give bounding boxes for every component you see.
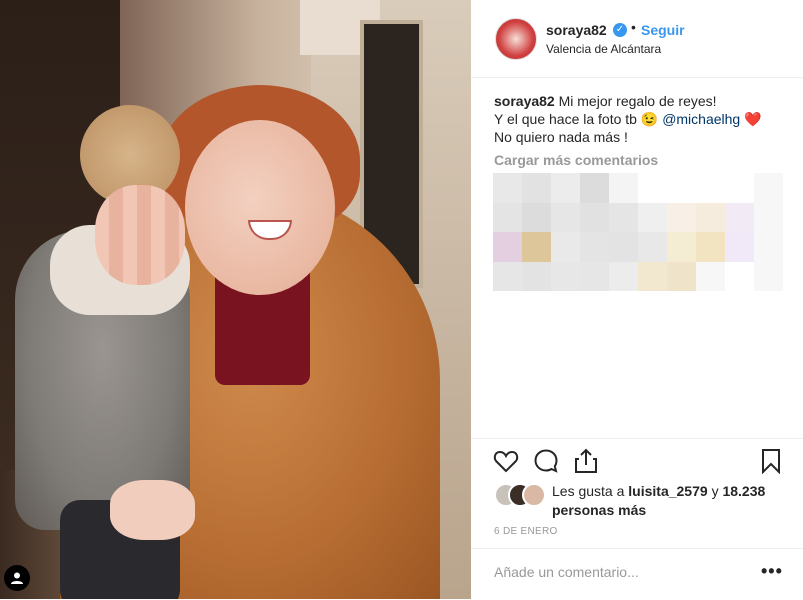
heart-emoji: ❤️ bbox=[744, 111, 762, 127]
actions-divider bbox=[471, 438, 803, 440]
more-options-icon[interactable]: ••• bbox=[761, 561, 783, 582]
photo-face bbox=[185, 120, 335, 295]
post-panel: soraya82 ✓ • Seguir Valencia de Alcántar… bbox=[471, 0, 803, 599]
wink-emoji: 😉 bbox=[640, 111, 659, 127]
liker-avatar-3[interactable] bbox=[522, 483, 546, 507]
caption-line-3: No quiero nada más ! bbox=[494, 129, 628, 145]
pixelated-comments bbox=[493, 173, 783, 291]
likes-and: y bbox=[711, 483, 719, 499]
mention-link[interactable]: @michaelhg bbox=[662, 111, 740, 127]
verified-badge-icon: ✓ bbox=[613, 23, 627, 37]
speech-bubble-icon[interactable] bbox=[533, 448, 559, 474]
post-date[interactable]: 6 DE ENERO bbox=[494, 526, 558, 537]
liker-username-link[interactable]: luisita_2579 bbox=[628, 483, 707, 499]
location-link[interactable]: Valencia de Alcántara bbox=[546, 42, 661, 56]
user-icon[interactable] bbox=[4, 565, 30, 591]
photo-hand bbox=[110, 480, 195, 540]
post-header: soraya82 ✓ • Seguir Valencia de Alcántar… bbox=[471, 0, 803, 78]
photo-child-face-blurred bbox=[95, 185, 185, 285]
caption: soraya82 Mi mejor regalo de reyes! Y el … bbox=[494, 92, 784, 146]
heart-outline-icon[interactable] bbox=[493, 448, 519, 474]
avatar[interactable] bbox=[495, 18, 537, 60]
caption-line-1: Mi mejor regalo de reyes! bbox=[558, 93, 717, 109]
bookmark-icon[interactable] bbox=[758, 448, 784, 475]
share-icon[interactable] bbox=[573, 448, 599, 474]
post-photo[interactable] bbox=[0, 0, 471, 599]
follow-button[interactable]: Seguir bbox=[641, 22, 685, 38]
likes-prefix: Les gusta a bbox=[552, 483, 625, 499]
likes-text: Les gusta a luisita_2579 y 18.238 person… bbox=[552, 482, 802, 520]
load-more-comments-button[interactable]: Cargar más comentarios bbox=[494, 152, 658, 168]
comment-input[interactable]: Añade un comentario... bbox=[494, 564, 639, 580]
caption-username[interactable]: soraya82 bbox=[494, 93, 555, 109]
separator-dot: • bbox=[631, 19, 636, 35]
username-link[interactable]: soraya82 bbox=[546, 22, 607, 38]
caption-line-2: Y el que hace la foto tb bbox=[494, 111, 637, 127]
